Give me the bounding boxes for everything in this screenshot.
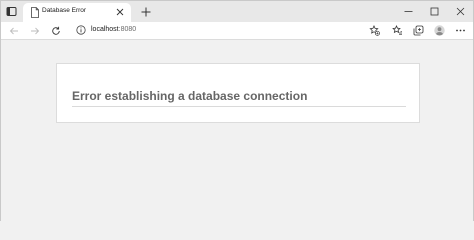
browser-toolbar: localhost:8080	[1, 22, 473, 40]
maximize-icon[interactable]	[421, 1, 447, 22]
tab-strip: Database Error	[1, 1, 473, 22]
favorites-icon[interactable]	[390, 24, 404, 37]
avatar-icon[interactable]	[432, 24, 446, 37]
url-host: localhost	[91, 26, 119, 33]
window-close-button[interactable]	[447, 1, 473, 22]
page-icon	[30, 7, 40, 18]
back-arrow-icon[interactable]	[7, 24, 21, 37]
collections-icon[interactable]	[411, 24, 425, 37]
close-icon	[456, 7, 464, 16]
plus-icon[interactable]	[139, 5, 152, 18]
tab-database-error[interactable]: Database Error	[23, 3, 131, 22]
minimize-icon[interactable]	[395, 1, 421, 22]
url-port: :8080	[118, 26, 137, 33]
tab-title: Database Error	[42, 7, 87, 14]
forward-arrow-icon[interactable]	[28, 24, 42, 37]
window-controls	[395, 1, 473, 22]
reload-icon[interactable]	[49, 24, 63, 37]
url-text[interactable]: localhost:8080	[91, 26, 136, 33]
close-icon[interactable]	[114, 6, 126, 18]
tab-actions-icon[interactable]	[5, 5, 17, 17]
star-plus-icon[interactable]	[367, 24, 381, 37]
error-card: Error establishing a database connection	[56, 63, 420, 123]
address-bar[interactable]: localhost:8080	[71, 23, 383, 38]
divider	[72, 106, 406, 107]
error-heading: Error establishing a database connection	[72, 89, 308, 103]
info-icon[interactable]	[76, 25, 87, 36]
browser-window: Database Error localhost:8080 Error esta…	[0, 0, 474, 221]
page-viewport: Error establishing a database connection	[1, 40, 473, 221]
more-icon[interactable]	[453, 24, 467, 37]
